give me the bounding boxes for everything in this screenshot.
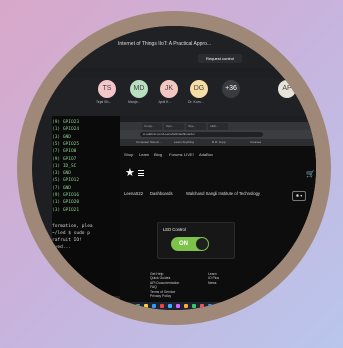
site-nav-link[interactable]: AdaBox xyxy=(199,152,213,157)
footer-link[interactable]: Privacy Policy xyxy=(150,294,171,298)
site-nav-link[interactable]: Learn xyxy=(139,152,149,157)
taskbar-app-icon[interactable] xyxy=(184,304,188,308)
footer-link[interactable]: Learn xyxy=(208,272,217,276)
terminal-line: (1) ID_SC xyxy=(52,163,77,169)
site-nav-link[interactable]: Forums xyxy=(169,152,183,157)
terminal-pane: (9) GPIO23 (1) GPIO24 (3) GND (5) GPIO25 (7)… xyxy=(52,116,120,296)
bookmark-item[interactable]: Computer Scienc... xyxy=(136,140,162,144)
footer-link[interactable]: Get Help xyxy=(150,272,163,276)
terminal-line: (9) GPIO7 xyxy=(52,156,77,162)
terminal-output-line: formation, plea xyxy=(52,224,93,229)
meet-header: Internet of Things IIoT: A Practical App… xyxy=(32,26,316,68)
site-nav-link[interactable]: Shop xyxy=(124,152,133,157)
footer-link[interactable]: News xyxy=(208,281,216,285)
terminal-output-line: rafruit IO! xyxy=(52,238,82,243)
participant-avatar[interactable]: JK xyxy=(160,80,178,98)
bookmark-item[interactable]: R.R. Impp xyxy=(212,140,226,144)
led-control-block: LED Control ON xyxy=(157,222,235,259)
terminal-output-line: ived... xyxy=(52,245,71,250)
breadcrumb-item[interactable]: Walchand Sangli Institute of Technology xyxy=(186,191,260,196)
led-toggle-switch[interactable]: ON xyxy=(171,237,209,251)
browser-window: Comp... Ope... Ope... LED... io.adafruit.co… xyxy=(120,122,316,302)
footer-link[interactable]: Terms of Service xyxy=(150,290,175,294)
address-bar: io.adafruit.com/LeenaS22/dashboards/ xyxy=(120,130,316,139)
dashboard-settings-button[interactable]: ✱ ▾ xyxy=(292,191,306,201)
footer-link[interactable]: FAQ xyxy=(150,285,157,289)
breadcrumb-item[interactable]: LeenaS22 xyxy=(124,191,143,196)
site-nav-link[interactable]: LIVE! xyxy=(184,152,194,157)
adafruit-star-logo[interactable]: ★ xyxy=(125,168,135,179)
participant-avatar[interactable]: AP xyxy=(278,80,296,98)
terminal-line: (9) GPIO23 xyxy=(52,120,80,125)
footer-link[interactable]: Quick Guides xyxy=(150,276,170,280)
screenshot-frame: Internet of Things IIoT: A Practical App… xyxy=(0,0,343,348)
participant-avatar[interactable]: TS xyxy=(98,80,116,98)
browser-tab[interactable]: LED... xyxy=(208,123,228,130)
participant-avatar[interactable]: DG xyxy=(190,80,208,98)
taskbar-app-icon[interactable] xyxy=(152,304,156,308)
footer-link[interactable]: IO Plus xyxy=(208,276,219,280)
cart-icon[interactable]: 🛒 xyxy=(306,170,315,178)
taskbar-app-icon[interactable] xyxy=(144,304,148,308)
terminal-line: (7) GND xyxy=(52,185,71,191)
browser-tab[interactable]: Ope... xyxy=(164,123,184,130)
footer-link[interactable]: API Documentation xyxy=(150,281,179,285)
lens-view: Internet of Things IIoT: A Practical App… xyxy=(17,11,331,325)
terminal-line: (1) GPIO24 xyxy=(52,127,80,133)
bookmark-item[interactable]: Courses xyxy=(250,140,261,144)
bookmark-item[interactable]: Learn Anything xyxy=(174,140,194,144)
terminal-line: (1) GPIO20 xyxy=(52,200,80,206)
terminal-line: (3) GND xyxy=(52,171,71,177)
adafruit-page: ★ 🛒 Shop Learn Blog Forums LIVE! AdaBox Leena… xyxy=(120,146,316,276)
url-field[interactable]: io.adafruit.com/LeenaS22/dashboards/ xyxy=(140,132,263,137)
taskbar-app-icon[interactable] xyxy=(168,304,172,308)
terminal-line: (5) GPIO12 xyxy=(52,178,80,184)
site-nav-link[interactable]: Blog xyxy=(154,152,162,157)
participant-name: Dr. Kum... xyxy=(188,100,204,104)
youtube-icon[interactable]: ▶ xyxy=(301,272,305,278)
browser-tab[interactable]: Comp... xyxy=(142,123,162,130)
lens-content: Internet of Things IIoT: A Practical App… xyxy=(32,26,316,310)
browser-tab[interactable]: Ope... xyxy=(186,123,206,130)
led-control-title: LED Control xyxy=(163,227,186,232)
terminal-line: (9) GPIO16 xyxy=(52,193,80,198)
taskbar-app-icon[interactable] xyxy=(176,304,180,308)
site-nav: ★ 🛒 Shop Learn Blog Forums LIVE! AdaBox xyxy=(120,146,316,179)
terminal-output-line: ~/led $ sudo p xyxy=(52,231,90,236)
taskbar-app-icon[interactable] xyxy=(128,304,132,308)
participant-name: Manje... xyxy=(128,100,141,104)
taskbar-app-icon[interactable] xyxy=(192,304,196,308)
toggle-knob xyxy=(196,238,208,250)
terminal-line: (5) GPIO25 xyxy=(52,141,80,147)
taskbar xyxy=(32,302,316,310)
terminal-line: (7) GPIO8 xyxy=(52,149,77,155)
menu-icon[interactable] xyxy=(138,170,144,176)
tab-strip: Comp... Ope... Ope... LED... xyxy=(120,122,316,130)
bookmarks-bar: Computer Scienc... Learn Anything R.R. Imp… xyxy=(120,139,316,146)
taskbar-app-icon[interactable] xyxy=(160,304,164,308)
participant-avatar[interactable]: +36 xyxy=(222,80,240,98)
toggle-state-label: ON xyxy=(179,241,188,247)
taskbar-app-icon[interactable] xyxy=(208,304,212,308)
instagram-icon[interactable]: ◎ xyxy=(280,272,284,278)
participant-name: Tejal Sh... xyxy=(96,100,112,104)
meet-title: Internet of Things IIoT: A Practical App… xyxy=(118,41,212,47)
participant-name: Jyoti K... xyxy=(158,100,172,104)
twitter-icon[interactable]: 🐦 xyxy=(287,272,293,278)
page-footer: Get Help Quick Guides API Documentation FAQ… xyxy=(120,272,316,302)
request-control-button[interactable]: Request control xyxy=(198,54,242,63)
participant-avatar[interactable]: MD xyxy=(130,80,148,98)
terminal-line: (3) GND xyxy=(52,134,71,140)
terminal-line: (3) GPIO21 xyxy=(52,207,80,213)
breadcrumb-item[interactable]: Dashboards xyxy=(150,191,173,196)
taskbar-app-icon[interactable] xyxy=(136,304,140,308)
facebook-icon[interactable]: f xyxy=(294,272,295,278)
taskbar-app-icon[interactable] xyxy=(200,304,204,308)
